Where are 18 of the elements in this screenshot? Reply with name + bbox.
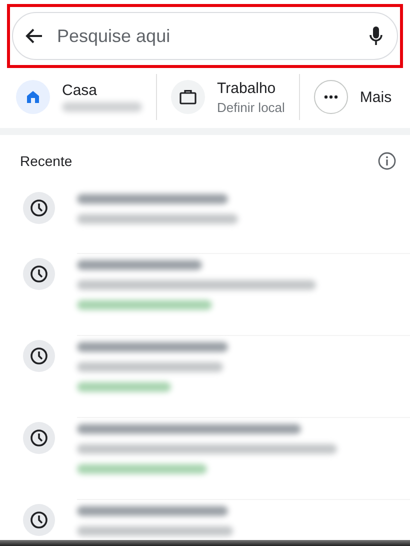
shortcut-label[interactable]: Mais xyxy=(360,88,392,106)
clock-icon xyxy=(30,265,48,283)
home-icon xyxy=(25,89,41,105)
briefcase-icon xyxy=(179,89,197,105)
microphone-icon[interactable] xyxy=(369,26,383,46)
search-field[interactable]: Pesquise aqui xyxy=(55,24,357,48)
shortcut-label[interactable]: Trabalho xyxy=(217,80,285,96)
shortcut-subtitle: Definir local xyxy=(217,100,285,114)
clock-icon xyxy=(30,347,48,365)
shortcut-label[interactable]: Casa xyxy=(62,82,142,99)
search-bar[interactable]: Pesquise aqui xyxy=(12,12,398,60)
back-arrow-icon[interactable] xyxy=(25,28,43,44)
section-title: Recente xyxy=(20,153,72,169)
clock-icon xyxy=(30,429,48,447)
clock-icon xyxy=(30,511,48,529)
more-icon xyxy=(324,95,338,99)
info-icon[interactable] xyxy=(378,152,396,170)
clock-icon xyxy=(30,199,48,217)
